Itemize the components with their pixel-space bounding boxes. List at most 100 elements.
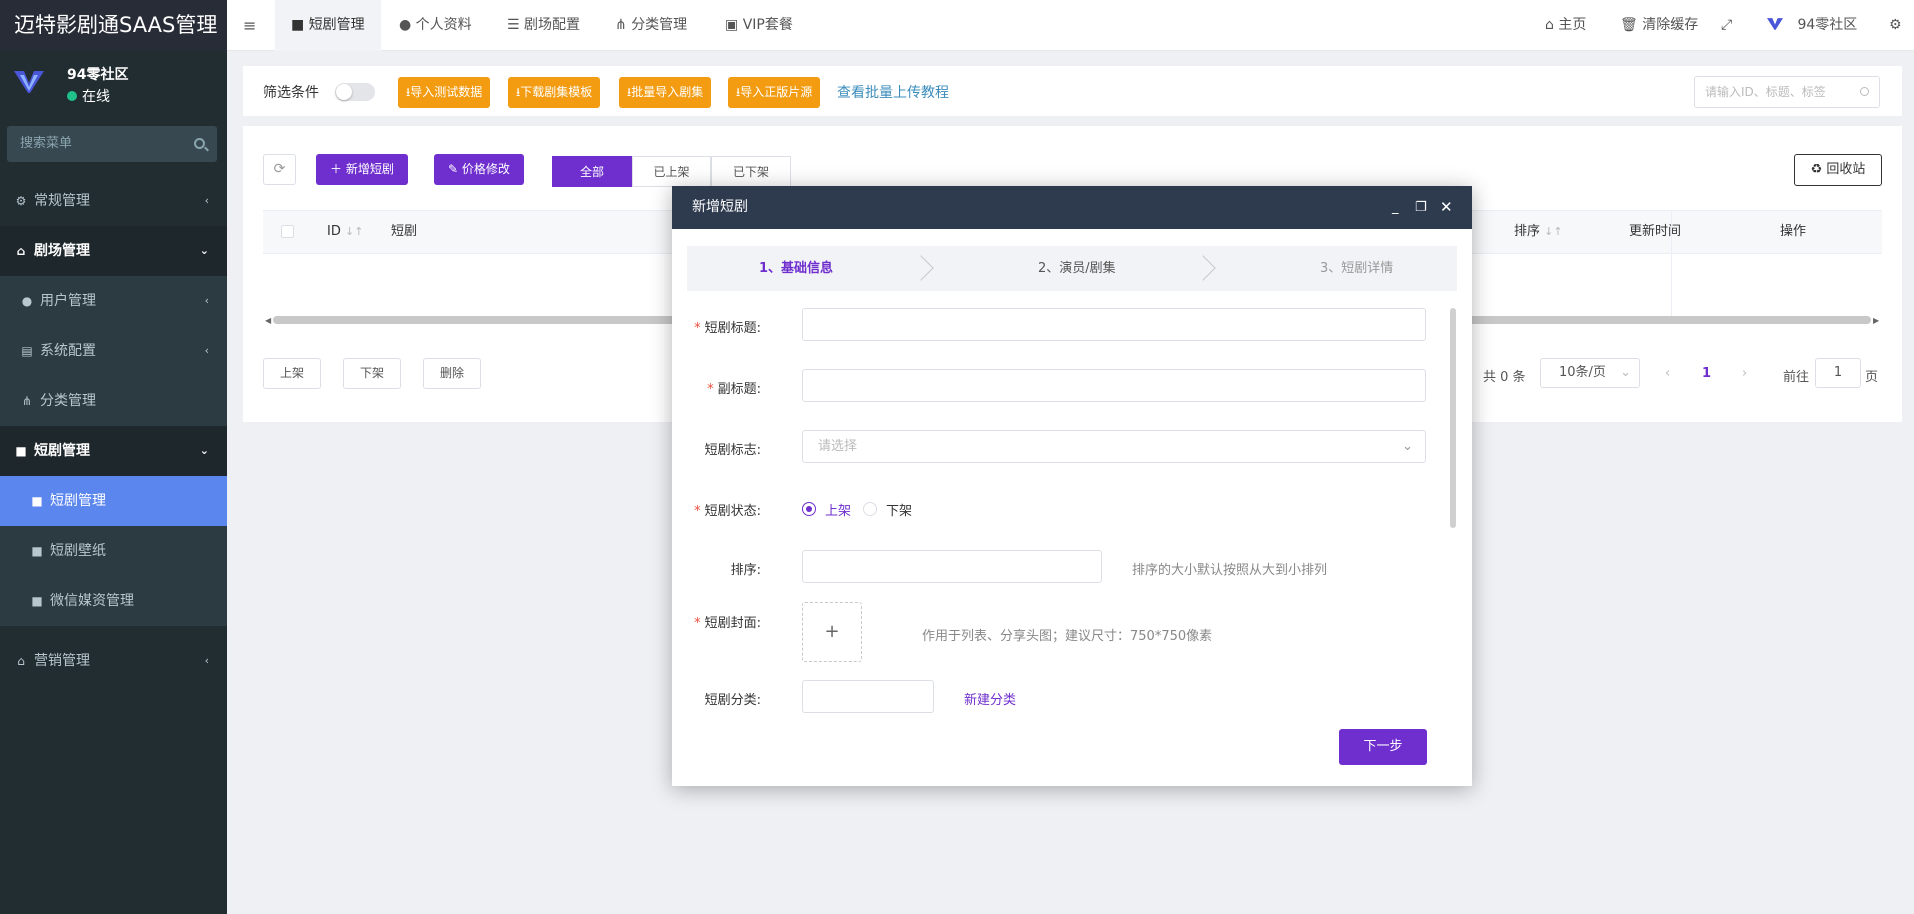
tab-label: 分类管理 <box>631 17 688 33</box>
sidebar-item-theater[interactable]: ⌂ 剧场管理 ⌄ <box>0 226 227 276</box>
add-drama-dialog: 新增短剧 _ ❐ ✕ 1、基础信息 2、演员/剧集 3、短剧详情 * 短剧标题: … <box>672 186 1472 786</box>
sidebar-item-drama[interactable]: ■ 短剧管理 ⌄ <box>0 426 227 476</box>
filter-bar: 筛选条件 ⭳导入测试数据 ⭳下载剧集模板 ⭳批量导入剧集 ⭳导入正版片源 查看批… <box>243 66 1902 116</box>
tutorial-link[interactable]: 查看批量上传教程 <box>837 82 949 102</box>
recycle-bin-button[interactable]: ♻ 回收站 <box>1794 154 1882 186</box>
menu-toggle-icon[interactable]: ≡ <box>243 0 256 51</box>
current-page[interactable]: 1 <box>1702 366 1711 381</box>
batch-import-button[interactable]: ⭳批量导入剧集 <box>619 77 712 108</box>
price-edit-button[interactable]: ✎ 价格修改 <box>434 154 524 185</box>
menu-search-input[interactable]: 搜索菜单 <box>7 126 217 162</box>
sidebar-item-users[interactable]: ● 用户管理 ‹ <box>0 276 227 326</box>
sidebar-item-category[interactable]: ⋔ 分类管理 <box>0 376 227 426</box>
required-mark: * <box>694 616 701 631</box>
tab-off-shelf[interactable]: 已下架 <box>711 156 791 187</box>
fullscreen-icon[interactable]: ⤢ <box>1721 0 1732 51</box>
sort-input[interactable] <box>802 550 1102 583</box>
tab-theater-config[interactable]: ☰ 剧场配置 <box>507 0 580 51</box>
add-drama-button[interactable]: ＋ 新增短剧 <box>316 154 408 185</box>
page-size-select[interactable]: 10条/页 ⌄ <box>1540 358 1640 388</box>
maximize-icon[interactable]: ❐ <box>1415 186 1427 229</box>
sidebar-item-marketing[interactable]: ⌂ 营销管理 ‹ <box>0 636 227 686</box>
dialog-header: 新增短剧 _ ❐ ✕ <box>672 186 1472 229</box>
chevron-left-icon: ‹ <box>204 654 209 667</box>
close-icon[interactable]: ✕ <box>1440 186 1453 229</box>
step-actors[interactable]: 2、演员/剧集 <box>1038 246 1116 291</box>
brand-title[interactable]: 迈特影剧通SAAS管理 <box>0 0 227 51</box>
tab-profile[interactable]: ● 个人资料 <box>399 0 472 51</box>
chevron-left-icon: ‹ <box>204 194 209 207</box>
field-label: * 副标题: <box>707 378 761 397</box>
step-details[interactable]: 3、短剧详情 <box>1320 246 1393 291</box>
step-basic-info[interactable]: 1、基础信息 <box>759 246 833 291</box>
status-on-radio[interactable] <box>802 502 816 516</box>
bulk-off-shelf-button[interactable]: 下架 <box>343 358 402 389</box>
home-link[interactable]: ⌂ 主页 <box>1545 0 1586 51</box>
clear-cache-label: 清除缓存 <box>1642 17 1699 33</box>
clear-cache-button[interactable]: 🗑 清除缓存 <box>1620 0 1698 51</box>
filter-search-input[interactable]: 请输入ID、标题、标签 <box>1694 76 1880 108</box>
bag-icon: ■ <box>15 444 27 458</box>
tab-drama-manage[interactable]: ■ 短剧管理 <box>275 0 381 51</box>
sort-icon[interactable]: ↓↑ <box>345 225 363 238</box>
prev-page-icon[interactable]: ‹ <box>1665 366 1670 381</box>
top-header: ≡ ■ 短剧管理 ● 个人资料 ☰ 剧场配置 ⋔ 分类管理 ▣ VIP套餐 ⌂ … <box>227 0 1914 51</box>
bulk-delete-button[interactable]: 删除 <box>423 358 482 389</box>
import-licensed-button[interactable]: ⭳导入正版片源 <box>728 77 821 108</box>
scroll-right-icon[interactable]: ▶ <box>1873 316 1879 325</box>
minimize-icon[interactable]: _ <box>1392 186 1399 229</box>
import-test-data-button[interactable]: ⭳导入测试数据 <box>398 77 491 108</box>
filter-toggle[interactable] <box>335 83 375 101</box>
status-off-radio[interactable] <box>863 502 877 516</box>
sidebar-item-general[interactable]: ⚙ 常规管理 ‹ <box>0 176 227 226</box>
sidebar-item-label: 短剧管理 <box>50 493 106 509</box>
status-on-label[interactable]: 上架 <box>825 500 851 519</box>
status-off-label[interactable]: 下架 <box>886 500 912 519</box>
settings-gears-icon[interactable]: ⚙ <box>1889 0 1902 51</box>
menu-search-placeholder: 搜索菜单 <box>20 136 73 151</box>
bag-icon: ■ <box>31 494 43 508</box>
sort-icon[interactable]: ↓↑ <box>1544 225 1562 238</box>
chevron-left-icon: ‹ <box>204 294 209 307</box>
step-chevron-icon <box>908 255 934 281</box>
button-label: 价格修改 <box>461 162 510 176</box>
sidebar-item-drama-wallpaper[interactable]: ■ 短剧壁纸 <box>0 526 227 576</box>
title-input[interactable] <box>802 308 1426 341</box>
tab-all[interactable]: 全部 <box>552 156 632 187</box>
tag-select[interactable]: 请选择 ⌄ <box>802 430 1426 463</box>
tab-category[interactable]: ⋔ 分类管理 <box>615 0 687 51</box>
sidebar-item-wechat-media[interactable]: ■ 微信媒资管理 <box>0 576 227 626</box>
user-panel: 94零社区 在线 <box>0 51 227 121</box>
file-icon: ▤ <box>21 344 33 358</box>
scroll-left-icon[interactable]: ◀ <box>265 316 271 325</box>
search-icon[interactable] <box>1860 87 1869 96</box>
search-icon[interactable] <box>194 138 205 149</box>
sidebar-item-system-config[interactable]: ▤ 系统配置 ‹ <box>0 326 227 376</box>
next-step-button[interactable]: 下一步 <box>1339 729 1427 765</box>
column-id[interactable]: ID ↓↑ <box>327 211 363 253</box>
field-label: 短剧标志: <box>704 443 761 458</box>
button-label: 回收站 <box>1826 162 1866 177</box>
required-mark: * <box>707 382 714 397</box>
goto-page-input[interactable]: 1 <box>1815 358 1861 388</box>
account-menu[interactable]: 94零社区 <box>1767 0 1857 51</box>
tab-vip[interactable]: ▣ VIP套餐 <box>725 0 793 51</box>
category-select[interactable] <box>802 680 934 713</box>
select-all-checkbox[interactable] <box>281 225 294 238</box>
download-template-button[interactable]: ⭳下载剧集模板 <box>508 77 601 108</box>
sliders-icon: ☰ <box>507 17 525 33</box>
chevron-down-icon: ⌄ <box>199 444 209 457</box>
sidebar-item-label: 用户管理 <box>40 293 96 309</box>
tab-on-shelf[interactable]: 已上架 <box>632 156 711 187</box>
bulk-on-shelf-button[interactable]: 上架 <box>263 358 322 389</box>
column-sort[interactable]: 排序 ↓↑ <box>1514 211 1563 253</box>
pencil-icon: ✎ <box>448 162 462 176</box>
refresh-icon[interactable]: ⟳ <box>263 154 296 185</box>
field-label-text: 短剧状态: <box>704 504 761 519</box>
subtitle-input[interactable] <box>802 369 1426 402</box>
next-page-icon[interactable]: › <box>1742 366 1747 381</box>
new-category-link[interactable]: 新建分类 <box>964 689 1016 708</box>
cover-upload-button[interactable]: + <box>802 602 862 662</box>
filter-search-placeholder: 请输入ID、标题、标签 <box>1705 85 1826 99</box>
sidebar-item-drama-manage[interactable]: ■ 短剧管理 <box>0 476 227 526</box>
